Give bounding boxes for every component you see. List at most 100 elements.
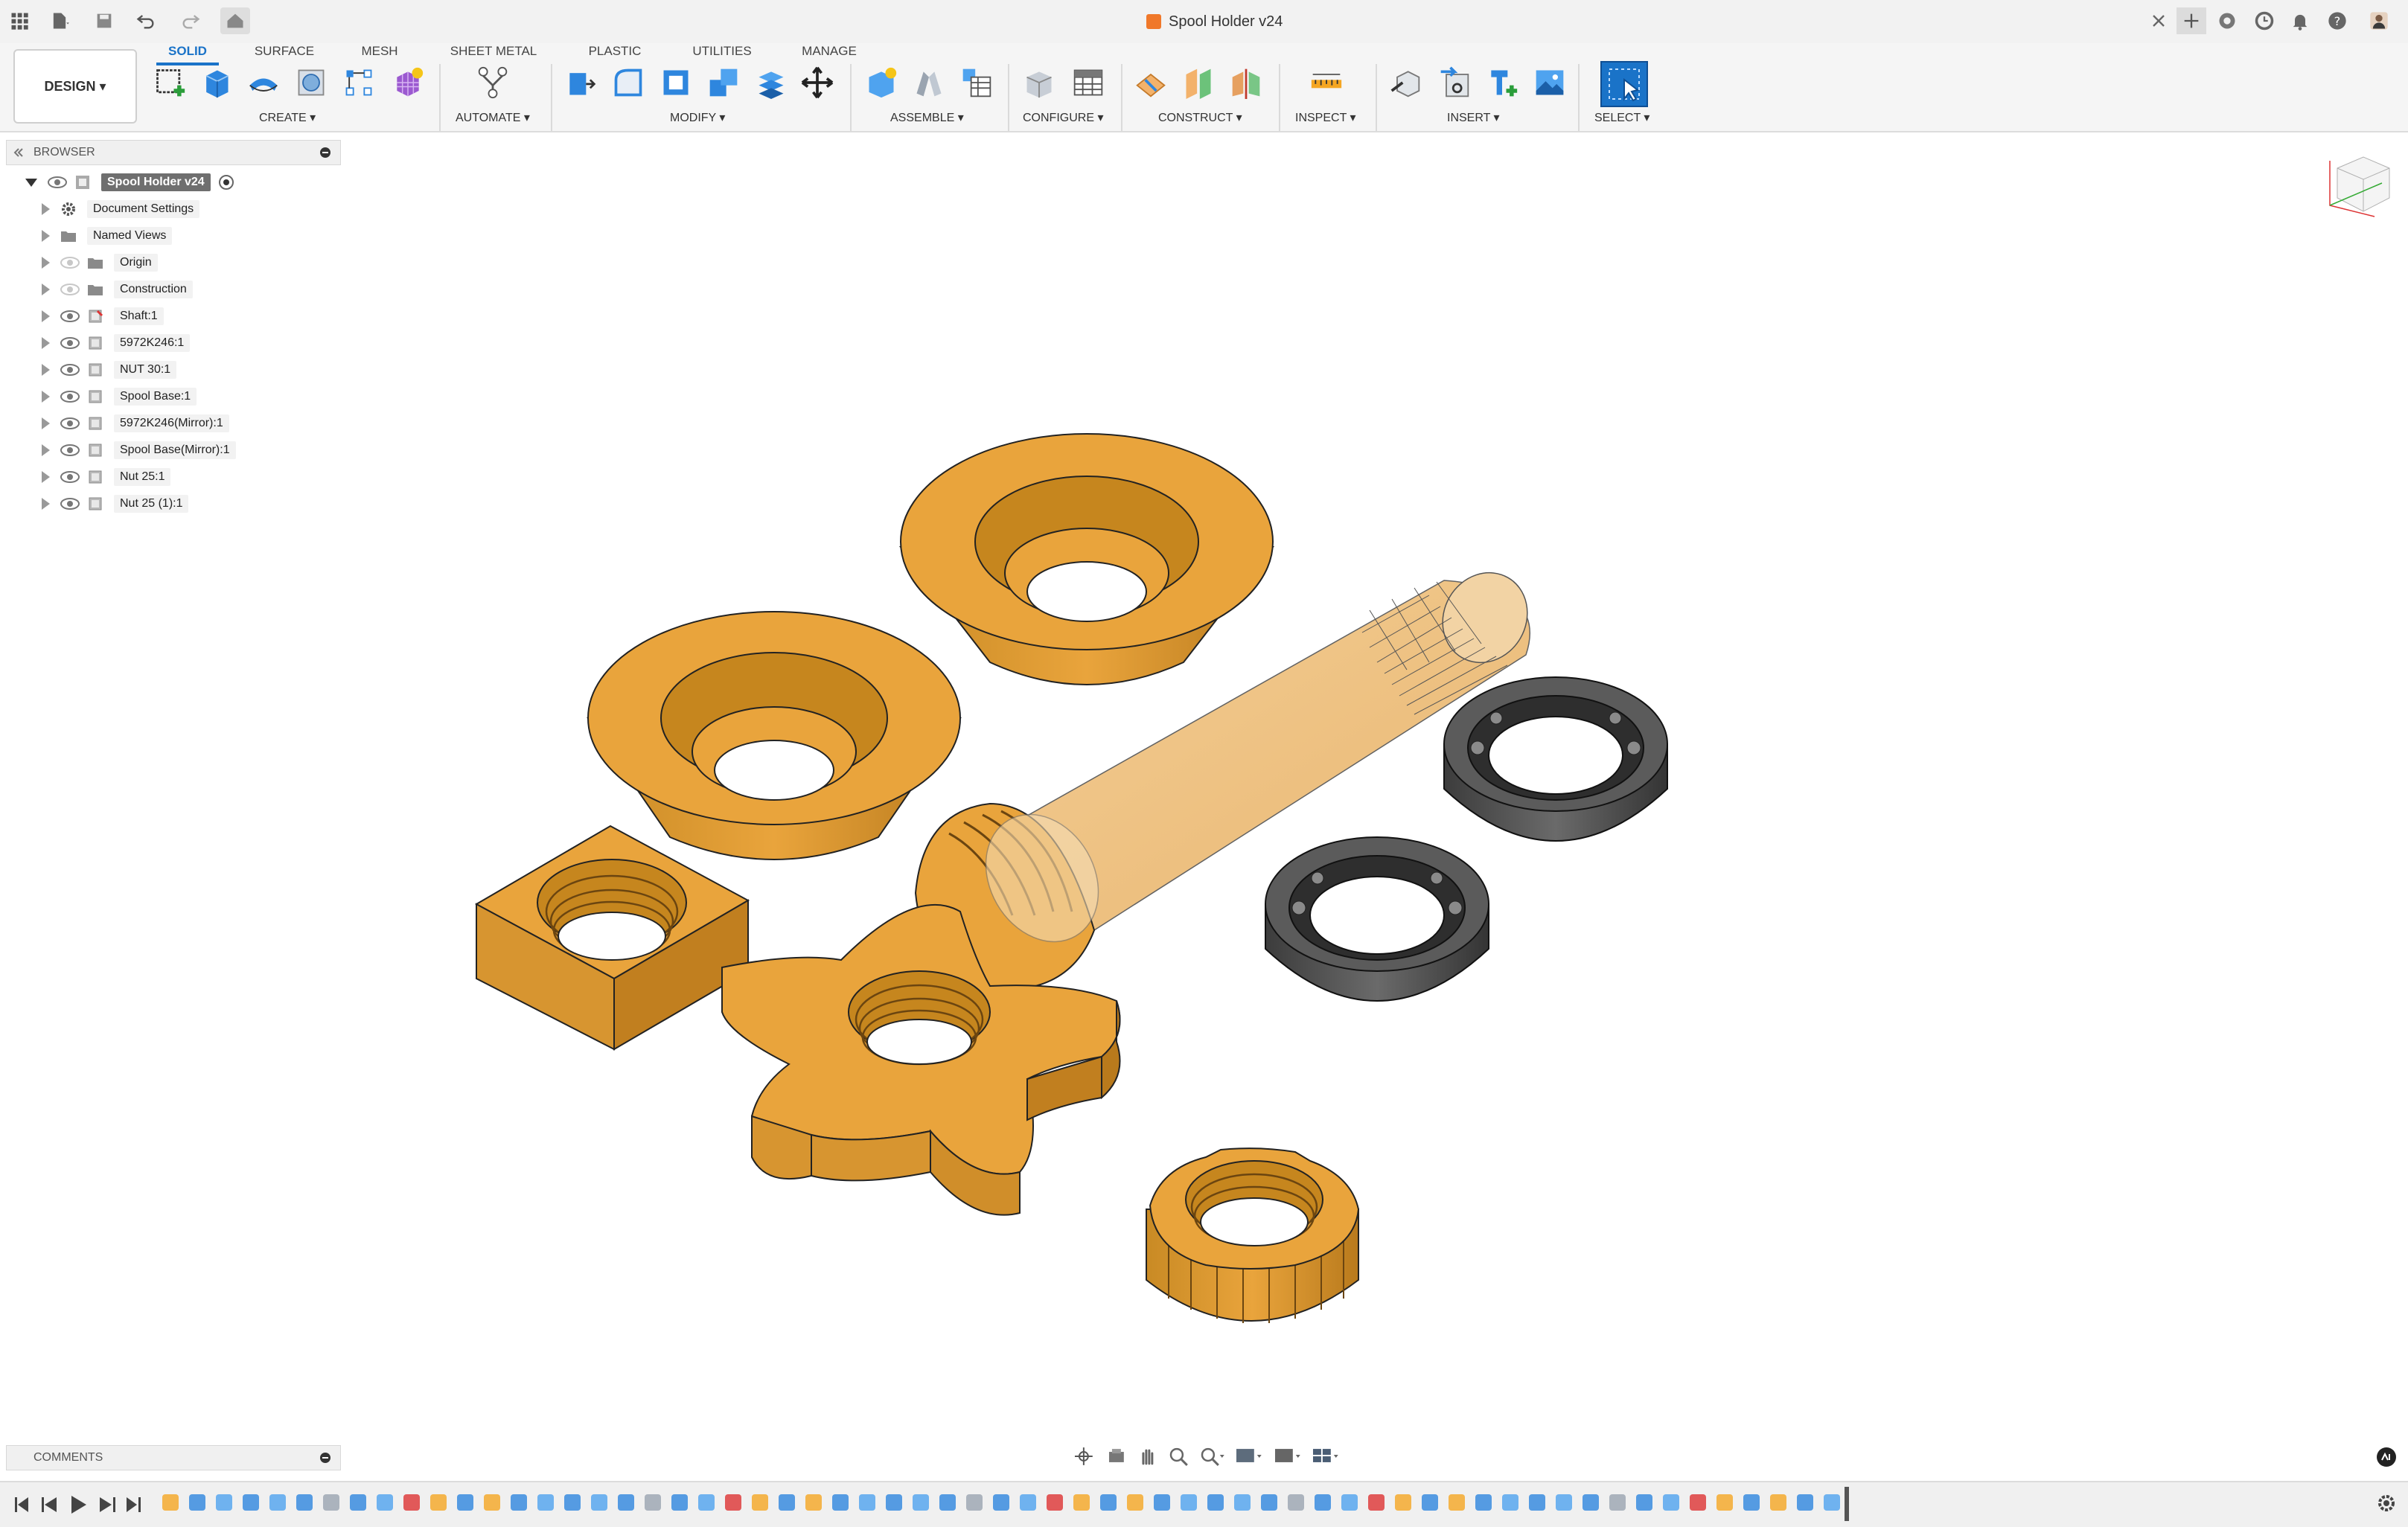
timeline-feature-icon[interactable] bbox=[457, 1494, 473, 1511]
timeline-feature-icon[interactable] bbox=[1368, 1494, 1385, 1511]
configure-icon[interactable] bbox=[1023, 64, 1056, 101]
expand-triangle-icon[interactable] bbox=[42, 364, 50, 376]
tab-manage[interactable]: MANAGE bbox=[793, 40, 865, 63]
orbit-icon[interactable] bbox=[1072, 1446, 1096, 1467]
visibility-eye-icon[interactable] bbox=[48, 176, 67, 189]
bearing-5972k246[interactable] bbox=[1265, 836, 1489, 1002]
tab-surface[interactable]: SURFACE bbox=[247, 40, 322, 63]
spool-base[interactable] bbox=[587, 611, 962, 860]
browser-root-row[interactable]: Spool Holder v24 bbox=[25, 171, 234, 193]
bill-of-materials-icon[interactable] bbox=[960, 64, 993, 101]
configuration-table-icon[interactable] bbox=[1072, 64, 1105, 101]
visibility-eye-icon[interactable] bbox=[60, 417, 80, 430]
browser-item[interactable]: Spool Base(Mirror):1 bbox=[42, 439, 236, 461]
browser-item[interactable]: 5972K246(Mirror):1 bbox=[42, 412, 229, 435]
timeline-feature-icon[interactable] bbox=[886, 1494, 902, 1511]
step-back-icon[interactable] bbox=[42, 1497, 57, 1512]
apps-grid-icon[interactable] bbox=[4, 7, 34, 34]
redo-icon[interactable] bbox=[176, 7, 205, 34]
timeline-feature-icon[interactable] bbox=[1261, 1494, 1277, 1511]
job-status-icon[interactable] bbox=[2249, 7, 2279, 34]
go-to-end-icon[interactable] bbox=[127, 1497, 141, 1512]
look-at-icon[interactable] bbox=[1106, 1446, 1127, 1467]
browser-item[interactable]: Document Settings bbox=[42, 198, 200, 220]
help-icon[interactable]: ? bbox=[2322, 7, 2352, 34]
group-modify[interactable]: MODIFY ▾ bbox=[670, 110, 725, 125]
timeline-settings-gear-icon[interactable] bbox=[2376, 1493, 2397, 1514]
timeline-feature-icon[interactable] bbox=[430, 1494, 447, 1511]
timeline-feature-icon[interactable] bbox=[484, 1494, 500, 1511]
form-icon[interactable] bbox=[392, 64, 424, 101]
timeline-feature-icon[interactable] bbox=[1047, 1494, 1063, 1511]
timeline-feature-icon[interactable] bbox=[1502, 1494, 1518, 1511]
tab-plastic[interactable]: PLASTIC bbox=[578, 40, 652, 63]
workspace-switcher-button[interactable]: DESIGN ▾ bbox=[13, 49, 137, 124]
pan-hand-icon[interactable] bbox=[1137, 1446, 1158, 1467]
new-component-icon[interactable] bbox=[865, 64, 898, 101]
create-sketch-icon[interactable] bbox=[153, 64, 186, 101]
timeline-feature-icon[interactable] bbox=[1315, 1494, 1331, 1511]
file-menu-icon[interactable] bbox=[45, 7, 74, 34]
move-copy-icon[interactable] bbox=[801, 64, 834, 101]
comments-panel-header[interactable]: COMMENTS bbox=[6, 1445, 341, 1470]
extensions-icon[interactable] bbox=[2212, 7, 2242, 34]
timeline-feature-icon[interactable] bbox=[832, 1494, 849, 1511]
expand-triangle-icon[interactable] bbox=[42, 417, 50, 429]
timeline-feature-icon[interactable] bbox=[1475, 1494, 1492, 1511]
expand-triangle-icon[interactable] bbox=[42, 203, 50, 215]
tab-solid[interactable]: SOLID bbox=[156, 40, 219, 65]
square-nut[interactable] bbox=[474, 825, 750, 1051]
visibility-eye-icon[interactable] bbox=[60, 390, 80, 403]
timeline-feature-icon[interactable] bbox=[1395, 1494, 1411, 1511]
hole-icon[interactable] bbox=[295, 64, 328, 101]
browser-item[interactable]: Named Views bbox=[42, 225, 173, 247]
timeline-feature-icon[interactable] bbox=[993, 1494, 1009, 1511]
timeline-feature-icon[interactable] bbox=[189, 1494, 205, 1511]
group-inspect[interactable]: INSPECT ▾ bbox=[1295, 110, 1356, 125]
timeline-feature-icon[interactable] bbox=[1636, 1494, 1652, 1511]
measure-icon[interactable] bbox=[1310, 64, 1343, 101]
timeline-feature-icon[interactable] bbox=[725, 1494, 741, 1511]
expand-triangle-icon[interactable] bbox=[42, 471, 50, 483]
timeline-feature-icon[interactable] bbox=[1422, 1494, 1438, 1511]
revolve-icon[interactable] bbox=[247, 64, 280, 101]
zoom-window-icon[interactable] bbox=[1199, 1446, 1224, 1467]
grid-settings-icon[interactable] bbox=[1274, 1446, 1302, 1467]
plane-at-angle-icon[interactable] bbox=[1182, 64, 1215, 101]
timeline-feature-icon[interactable] bbox=[1609, 1494, 1626, 1511]
timeline-feature-icon[interactable] bbox=[216, 1494, 232, 1511]
select-icon[interactable] bbox=[1600, 61, 1648, 107]
knurled-nut[interactable] bbox=[1146, 1147, 1360, 1323]
visibility-eye-icon[interactable] bbox=[60, 444, 80, 457]
timeline-feature-icon[interactable] bbox=[1583, 1494, 1599, 1511]
timeline-feature-icon[interactable] bbox=[350, 1494, 366, 1511]
group-configure[interactable]: CONFIGURE ▾ bbox=[1023, 110, 1103, 125]
browser-item[interactable]: Origin bbox=[42, 252, 158, 274]
timeline-feature-icon[interactable] bbox=[1288, 1494, 1304, 1511]
group-create[interactable]: CREATE ▾ bbox=[259, 110, 316, 125]
group-automate[interactable]: AUTOMATE ▾ bbox=[456, 110, 530, 125]
browser-item[interactable]: NUT 30:1 bbox=[42, 359, 177, 381]
browser-item[interactable]: 5972K246:1 bbox=[42, 332, 191, 354]
timeline-feature-icon[interactable] bbox=[591, 1494, 607, 1511]
timeline-feature-icon[interactable] bbox=[1154, 1494, 1170, 1511]
timeline-feature-icon[interactable] bbox=[1690, 1494, 1706, 1511]
expand-triangle-icon[interactable] bbox=[42, 284, 50, 295]
visibility-eye-icon[interactable] bbox=[60, 470, 80, 484]
bearing-5972k246-mirror[interactable] bbox=[1443, 676, 1668, 842]
timeline-feature-icon[interactable] bbox=[1716, 1494, 1733, 1511]
browser-item[interactable]: Nut 25:1 bbox=[42, 466, 171, 488]
expand-triangle-icon[interactable] bbox=[42, 257, 50, 269]
fillet-icon[interactable] bbox=[612, 64, 645, 101]
timeline-feature-icon[interactable] bbox=[752, 1494, 768, 1511]
timeline-feature-icon[interactable] bbox=[1127, 1494, 1143, 1511]
timeline-feature-icon[interactable] bbox=[1234, 1494, 1251, 1511]
go-to-start-icon[interactable] bbox=[15, 1497, 28, 1512]
user-avatar[interactable] bbox=[2364, 7, 2394, 34]
timeline-feature-icon[interactable] bbox=[1341, 1494, 1358, 1511]
collapse-panel-icon[interactable] bbox=[13, 147, 25, 159]
offset-plane-icon[interactable] bbox=[1134, 64, 1167, 101]
insert-canvas-icon[interactable] bbox=[1533, 64, 1566, 101]
automate-icon[interactable] bbox=[476, 64, 509, 101]
browser-panel-header[interactable]: BROWSER bbox=[6, 140, 341, 165]
